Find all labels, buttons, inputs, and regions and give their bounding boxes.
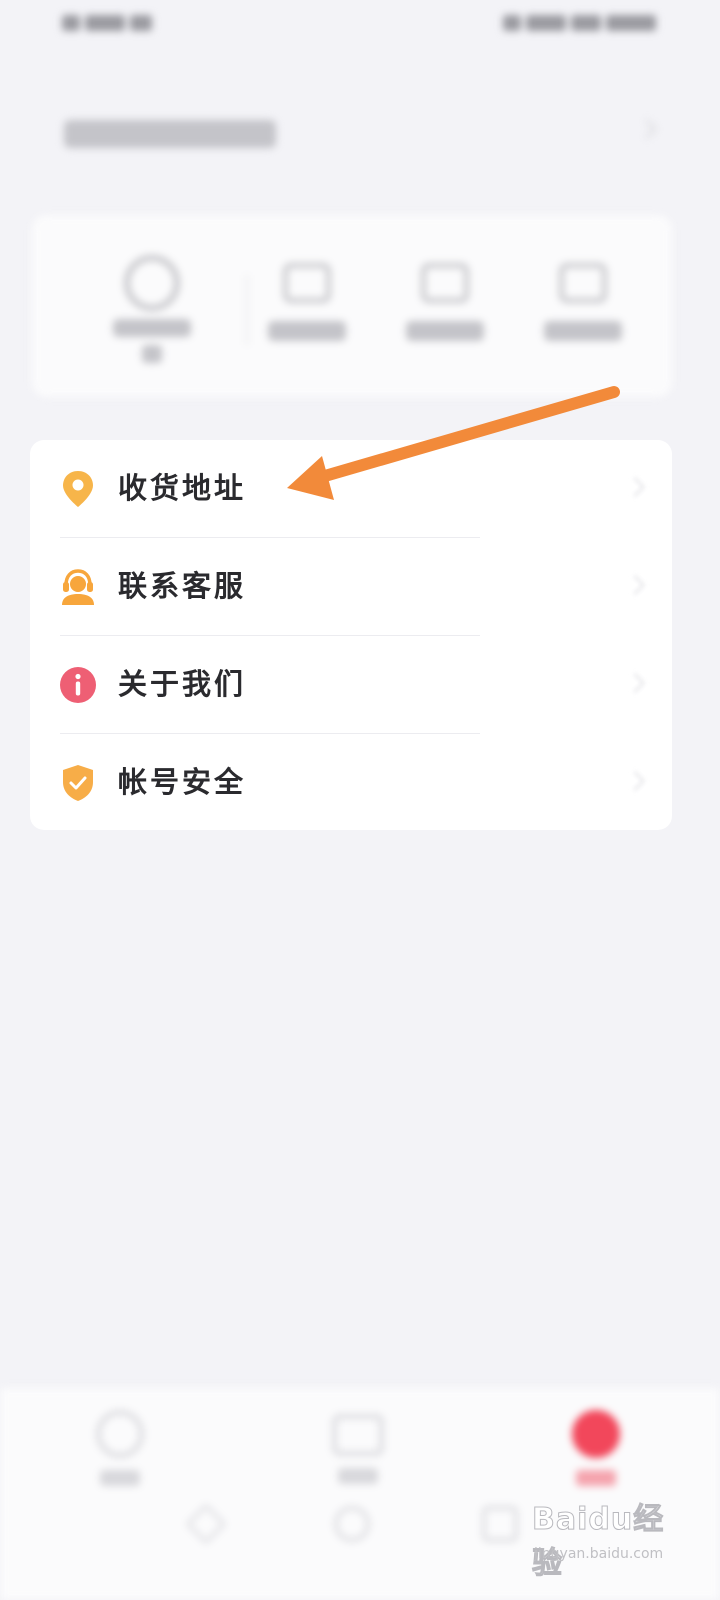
menu-item-label: 收货地址 bbox=[118, 471, 247, 505]
settings-menu-card: 收货地址 联系客服 关于我们 帐号安全 bbox=[30, 440, 672, 830]
shortcut-item-1[interactable] bbox=[262, 263, 352, 341]
menu-item-label: 帐号安全 bbox=[118, 765, 247, 799]
shortcut-label bbox=[268, 321, 346, 341]
account-id bbox=[64, 120, 276, 148]
wallet-icon bbox=[283, 263, 331, 303]
nav-tab-profile[interactable] bbox=[536, 1410, 656, 1486]
status-bar-signal bbox=[62, 12, 192, 34]
truck-icon bbox=[559, 263, 607, 303]
account-header[interactable] bbox=[64, 112, 664, 162]
profile-icon bbox=[572, 1410, 620, 1458]
shortcut-item-3[interactable] bbox=[538, 263, 628, 341]
back-icon[interactable] bbox=[185, 1503, 227, 1545]
shortcut-divider bbox=[246, 275, 248, 345]
menu-item-label: 关于我们 bbox=[118, 667, 247, 701]
recents-icon[interactable] bbox=[482, 1506, 518, 1542]
nav-tab-label bbox=[100, 1470, 140, 1486]
info-icon bbox=[60, 667, 96, 703]
location-pin-icon bbox=[63, 471, 93, 507]
menu-item-shipping-address[interactable]: 收货地址 bbox=[30, 440, 672, 538]
nav-tab-orders[interactable] bbox=[298, 1410, 418, 1484]
nav-tab-label bbox=[576, 1470, 616, 1486]
customer-service-icon bbox=[62, 569, 94, 605]
nav-tab-home[interactable] bbox=[60, 1410, 180, 1486]
chevron-right-icon bbox=[625, 477, 645, 497]
shield-check-icon bbox=[63, 765, 93, 801]
chevron-right-icon bbox=[625, 771, 645, 791]
watermark-url: jingyan.baidu.com bbox=[534, 1546, 664, 1562]
watermark-text: Baidu经验 bbox=[532, 1502, 665, 1582]
home-icon bbox=[96, 1410, 144, 1458]
menu-item-customer-service[interactable]: 联系客服 bbox=[30, 538, 672, 636]
order-icon bbox=[332, 1414, 384, 1456]
shortcut-label bbox=[544, 321, 622, 341]
status-bar-indicators bbox=[456, 12, 656, 34]
avatar-label bbox=[113, 319, 191, 337]
shortcut-item-2[interactable] bbox=[400, 263, 490, 341]
avatar bbox=[124, 255, 180, 311]
menu-item-account-security[interactable]: 帐号安全 bbox=[30, 734, 672, 832]
baidu-watermark: Baidu经验 jingyan.baidu.com bbox=[532, 1490, 692, 1582]
status-bar bbox=[0, 0, 720, 50]
order-shortcuts-card bbox=[32, 215, 672, 397]
menu-item-about-us[interactable]: 关于我们 bbox=[30, 636, 672, 734]
shortcut-label bbox=[406, 321, 484, 341]
chevron-right-icon bbox=[625, 575, 645, 595]
user-avatar-shortcut[interactable] bbox=[102, 255, 202, 363]
box-icon bbox=[421, 263, 469, 303]
avatar-sublabel bbox=[142, 345, 162, 363]
home-button-icon[interactable] bbox=[334, 1506, 370, 1542]
chevron-right-icon bbox=[625, 673, 645, 693]
nav-tab-label bbox=[338, 1468, 378, 1484]
chevron-right-icon bbox=[637, 119, 657, 139]
menu-item-label: 联系客服 bbox=[118, 569, 247, 603]
